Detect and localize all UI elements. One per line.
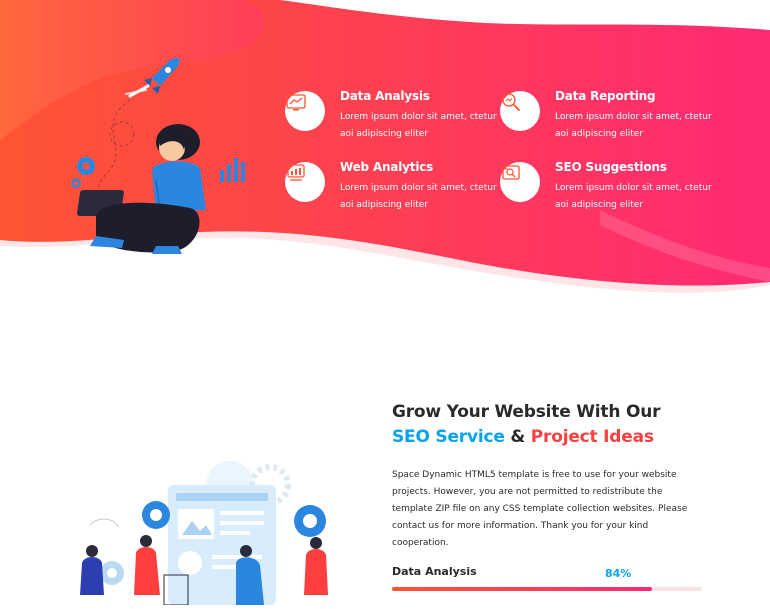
skill-progress-data-analysis: Data Analysis 84% [392,565,702,595]
heading-line-2: SEO Service & Project Ideas [392,425,660,450]
progress-fill [392,587,653,591]
heading-line-1: Grow Your Website With Our [392,402,661,422]
seo-suggestions-icon [500,162,540,202]
team-collaboration-illustration [60,455,360,606]
heading-highlight-red: Project Ideas [530,427,654,447]
feature-title: Web Analytics [340,160,434,174]
feature-title: SEO Suggestions [555,160,667,174]
skill-percent: 84% [605,567,632,580]
feature-description: Lorem ipsum dolor sit amet, ctetur aoi a… [340,183,497,210]
feature-title: Data Reporting [555,89,656,103]
feature-web-analytics: Web Analytics Lorem ipsum dolor sit amet… [285,160,497,232]
feature-description: Lorem ipsum dolor sit amet, ctetur aoi a… [555,183,712,210]
feature-seo-suggestions: SEO Suggestions Lorem ipsum dolor sit am… [500,160,712,232]
feature-title: Data Analysis [340,89,430,103]
section-heading: Grow Your Website With Our SEO Service &… [392,400,661,450]
heading-highlight-blue: SEO Service [392,427,505,447]
woman-with-laptop [77,124,206,254]
hero-illustration [60,50,260,260]
heading-ampersand: & [510,427,526,447]
data-reporting-icon [500,91,540,131]
gear-icon [71,157,95,188]
feature-data-reporting: Data Reporting Lorem ipsum dolor sit ame… [500,89,712,161]
skill-name: Data Analysis [392,565,477,578]
data-analysis-icon [285,91,325,131]
feature-data-analysis: Data Analysis Lorem ipsum dolor sit amet… [285,89,497,161]
section-paragraph: Space Dynamic HTML5 template is free to … [392,470,688,548]
progress-track [392,587,702,591]
feature-description: Lorem ipsum dolor sit amet, ctetur aoi a… [340,112,497,139]
feature-description: Lorem ipsum dolor sit amet, ctetur aoi a… [555,112,712,139]
web-analytics-icon [285,162,325,202]
rocket-icon [125,58,180,98]
services-hero-banner: Data Analysis Lorem ipsum dolor sit amet… [0,0,770,300]
bar-chart-icon [220,158,245,182]
